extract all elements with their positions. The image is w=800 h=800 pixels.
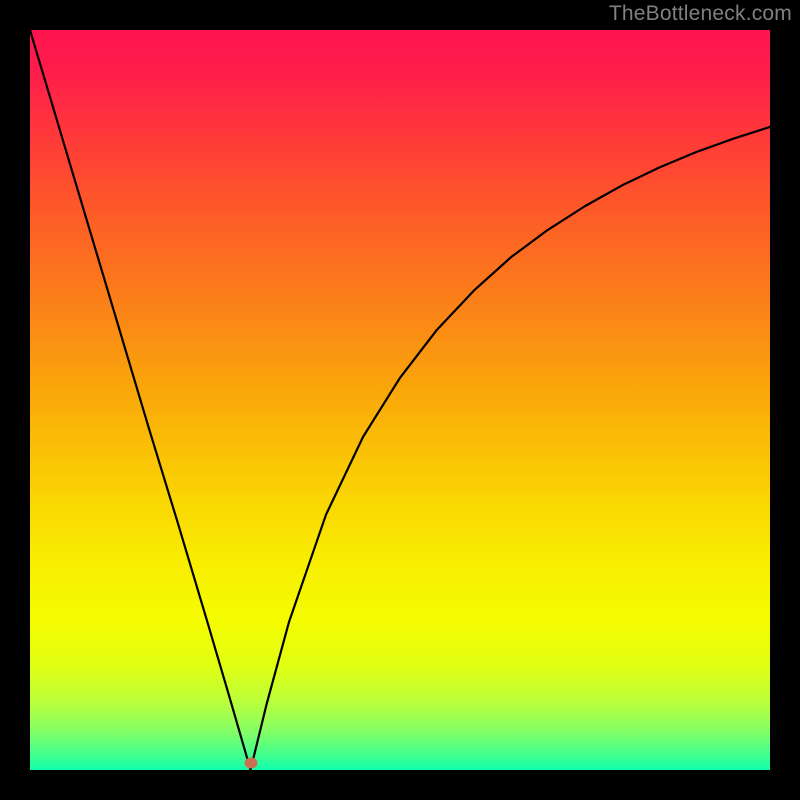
bottleneck-curve (30, 30, 770, 770)
chart-frame: TheBottleneck.com (0, 0, 800, 800)
optimum-marker (244, 757, 257, 768)
plot-area (30, 30, 770, 770)
watermark-text: TheBottleneck.com (609, 2, 792, 26)
